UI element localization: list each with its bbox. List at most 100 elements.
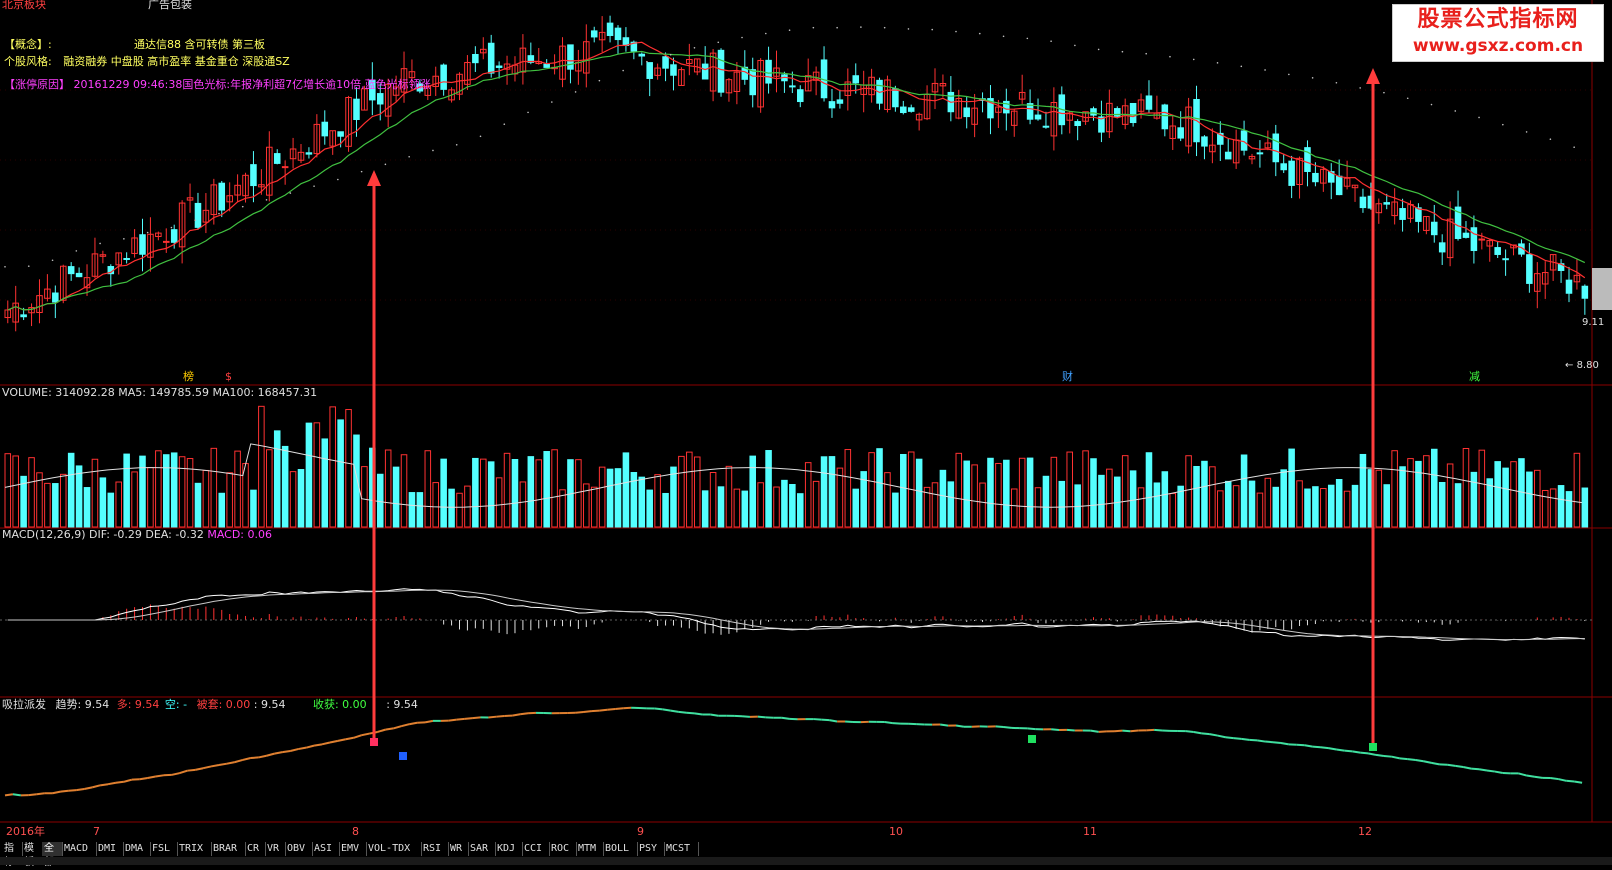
tab-brar[interactable]: BRAR — [211, 842, 246, 856]
indicator-label-row: 吸拉派发 趋势: 9.54 多: 9.54 空: - 被套: 0.00 : 9.… — [2, 698, 418, 711]
tab-vr[interactable]: VR — [265, 842, 286, 856]
volume-bar — [377, 474, 383, 527]
volume-bar — [76, 466, 82, 527]
tab-指标[interactable]: 指标 — [2, 842, 23, 856]
volume-bar — [829, 457, 835, 527]
volume-bar — [1138, 488, 1144, 527]
signal-mark-aug — [370, 738, 378, 746]
indicator-line-seg — [306, 746, 314, 748]
tab-obv[interactable]: OBV — [285, 842, 313, 856]
indicator-line-seg — [1091, 731, 1099, 732]
volume-bar — [100, 478, 106, 527]
indicator-line-seg — [1566, 781, 1574, 782]
indicator-line-seg — [346, 738, 354, 739]
tab-mcst[interactable]: MCST — [664, 842, 699, 856]
tab-cr[interactable]: CR — [245, 842, 266, 856]
volume-bar — [1376, 470, 1382, 527]
ma-long-dot — [979, 33, 981, 35]
tab-macd[interactable]: MACD — [62, 842, 97, 856]
ma-long-dot — [1098, 49, 1100, 51]
candle-body — [1503, 259, 1509, 260]
indicator-line-seg — [710, 715, 718, 716]
indicator-line-seg — [1225, 737, 1233, 738]
tab-boll[interactable]: BOLL — [603, 842, 638, 856]
volume-bar — [663, 493, 669, 527]
indicator-line-seg — [1400, 758, 1408, 759]
indicator-line-seg — [1344, 751, 1352, 752]
volume-bar — [132, 472, 138, 527]
indicator-line-seg — [488, 717, 496, 718]
volume-bar — [837, 468, 843, 527]
indicator-line-seg — [1321, 747, 1329, 748]
volume-bar — [742, 491, 748, 527]
candle-body — [195, 203, 201, 227]
indicator-trap: 被套: 0.00 — [197, 698, 251, 711]
event-marker-rank[interactable]: 榜 — [183, 370, 194, 383]
volume-bar — [1463, 448, 1469, 527]
signal-mark-dec — [1369, 743, 1377, 751]
tab-kdj[interactable]: KDJ — [495, 842, 523, 856]
volume-bar — [1455, 484, 1461, 527]
volume-bar — [385, 450, 391, 527]
volume-bar — [354, 435, 360, 527]
tab-模板[interactable]: 模板 — [22, 842, 43, 856]
volume-bar — [623, 453, 629, 527]
indicator-line-seg — [1154, 730, 1162, 731]
indicator-line-seg — [401, 724, 409, 726]
ma-long-dot — [1454, 110, 1456, 112]
tab-trix[interactable]: TRIX — [177, 842, 212, 856]
indicator-line-seg — [29, 794, 37, 795]
volume-bar — [1479, 450, 1485, 527]
tab-psy[interactable]: PSY — [637, 842, 665, 856]
candle-body — [354, 99, 360, 119]
volume-bar — [734, 489, 740, 527]
tab-asi[interactable]: ASI — [312, 842, 340, 856]
ma-long-dot — [955, 31, 957, 33]
tab-fsl[interactable]: FSL — [150, 842, 178, 856]
tab-dmi[interactable]: DMI — [96, 842, 124, 856]
candle-body — [1035, 115, 1041, 119]
volume-bar — [647, 490, 653, 527]
ma-long-dot — [503, 123, 505, 125]
tab-mtm[interactable]: MTM — [576, 842, 604, 856]
volume-bar — [1550, 489, 1556, 527]
tab-rsi[interactable]: RSI — [421, 842, 449, 856]
tab-emv[interactable]: EMV — [339, 842, 367, 856]
indicator-line-seg — [156, 775, 164, 776]
candle-body — [338, 132, 344, 136]
volume-bar — [940, 470, 946, 527]
volume-bar — [1265, 478, 1271, 527]
volume-bar — [282, 446, 288, 527]
tab-sar[interactable]: SAR — [468, 842, 496, 856]
candle-body — [607, 23, 613, 35]
volume-bar — [671, 467, 677, 527]
candle-body — [1115, 109, 1121, 117]
indicator-line-seg — [1574, 781, 1582, 782]
candle-body — [21, 315, 27, 317]
indicator-line-seg — [576, 712, 584, 713]
indicator-line-seg — [1265, 742, 1273, 743]
volume-bar — [1313, 487, 1319, 527]
tab-dma[interactable]: DMA — [123, 842, 151, 856]
price-scroll-badge[interactable] — [1592, 268, 1612, 310]
tab-cci[interactable]: CCI — [522, 842, 550, 856]
indicator-long: 多: 9.54 — [117, 698, 160, 711]
volume-bar — [68, 453, 74, 527]
stock-chart-canvas[interactable] — [0, 0, 1612, 842]
tab-vol-tdx[interactable]: VOL-TDX — [366, 842, 422, 856]
indicator-tab-bar: 指标模板全部MACDDMIDMAFSLTRIXBRARCRVROBVASIEMV… — [0, 842, 1612, 857]
indicator-line-seg — [354, 735, 362, 738]
candle-body — [647, 63, 653, 79]
event-marker-finance[interactable]: 财 — [1062, 370, 1073, 383]
candle-body — [901, 107, 907, 112]
event-marker-reduce[interactable]: 减 — [1469, 370, 1480, 383]
indicator-line-seg — [687, 713, 695, 714]
tab-roc[interactable]: ROC — [549, 842, 577, 856]
tab-wr[interactable]: WR — [448, 842, 469, 856]
volume-bar — [298, 470, 304, 527]
event-marker-dollar[interactable]: $ — [225, 370, 232, 383]
volume-bar — [948, 482, 954, 527]
volume-bar — [306, 423, 312, 527]
ma-long-dot — [884, 27, 886, 29]
tab-全部[interactable]: 全部 — [42, 842, 63, 856]
